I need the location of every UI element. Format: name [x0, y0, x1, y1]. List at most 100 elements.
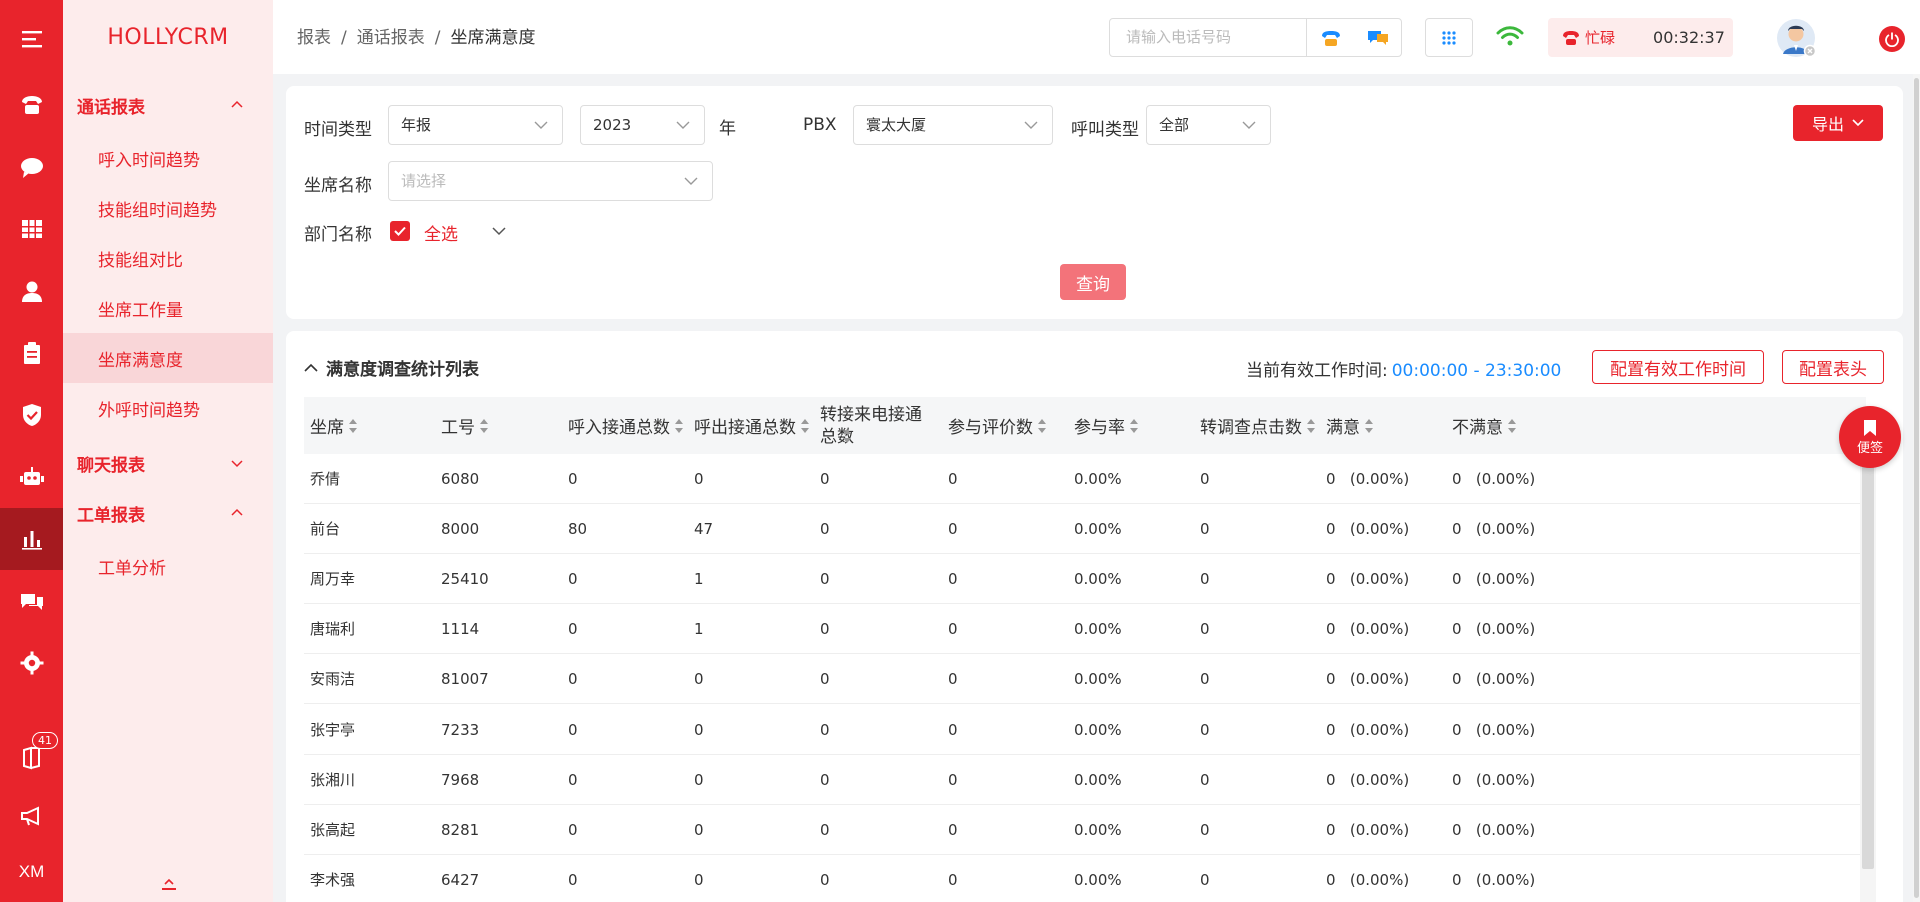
menu-group-chat-report[interactable]: 聊天报表 [63, 438, 273, 488]
config-worktime-button[interactable]: 配置有效工作时间 [1592, 350, 1764, 384]
user-avatar[interactable] [1776, 18, 1816, 58]
pbx-value: 寰太大厦 [866, 116, 927, 134]
sort-icon[interactable] [842, 428, 852, 444]
chat-icon[interactable] [0, 136, 63, 198]
table-cell-col-inbound-total: 0 [568, 770, 578, 789]
agent-name-select[interactable]: 请选择 [388, 161, 713, 201]
column-header-col-satisfied[interactable]: 满意 [1326, 397, 1374, 454]
agent-name-placeholder: 请选择 [401, 172, 447, 190]
menu-group-call-report[interactable]: 通话报表 [63, 80, 273, 130]
table-cell-col-survey-clicks: 0 [1200, 770, 1210, 789]
table-row[interactable]: 周万幸 25410 0 1 0 0 0.00% 0 0 (0.00%) 0 (0.00%) [304, 554, 1866, 605]
table-cell-col-inbound-total: 0 [568, 870, 578, 889]
config-header-button[interactable]: 配置表头 [1782, 350, 1884, 384]
column-header-col-transfer-total[interactable]: 转接来电接通总数 [820, 397, 932, 454]
menu-item-agent-workload[interactable]: 坐席工作量 [63, 283, 273, 333]
robot-icon[interactable] [0, 446, 63, 508]
agent-status-button[interactable]: 忙碌 00:32:37 [1548, 18, 1733, 57]
dialpad-button[interactable] [1425, 18, 1473, 57]
sort-icon[interactable] [1306, 418, 1316, 434]
pbx-select[interactable]: 寰太大厦 [853, 105, 1053, 145]
column-header-col-unsatisfied[interactable]: 不满意 [1452, 397, 1517, 454]
table-row[interactable]: 安雨洁 81007 0 0 0 0 0.00% 0 0 (0.00%) 0 (0.00%) [304, 654, 1866, 705]
filter-panel: 时间类型 年报 2023 年 PBX 寰太大厦 呼叫类型 全部 导出 坐席名称 … [286, 86, 1903, 319]
table-cell-col-agent: 前台 [310, 520, 341, 539]
menu-item-outbound-trend[interactable]: 外呼时间趋势 [63, 383, 273, 433]
table-row[interactable]: 乔倩 6080 0 0 0 0 0.00% 0 0 (0.00%) 0 (0.00%) [304, 454, 1866, 504]
sort-icon[interactable] [479, 418, 489, 434]
menu-group-ticket-report[interactable]: 工单报表 [63, 488, 273, 538]
time-type-select[interactable]: 年报 [388, 105, 563, 145]
table-cell-col-outbound-total: 0 [694, 770, 704, 789]
sort-icon[interactable] [348, 418, 358, 434]
table-cell-col-unsatisfied: 0 (0.00%) [1452, 570, 1536, 589]
dept-chevron-down-icon[interactable] [492, 226, 506, 236]
menu-item-inbound-trend[interactable]: 呼入时间趋势 [63, 133, 273, 183]
column-header-col-agent-id[interactable]: 工号 [441, 397, 489, 454]
sort-icon[interactable] [800, 418, 810, 434]
logout-power-button[interactable] [1879, 26, 1905, 52]
column-header-col-eval-rate[interactable]: 参与率 [1074, 397, 1139, 454]
export-button[interactable]: 导出 [1793, 105, 1883, 141]
collapse-menu-icon[interactable] [161, 878, 177, 892]
sort-icon[interactable] [1364, 418, 1374, 434]
menu-item-skillgroup-trend[interactable]: 技能组时间趋势 [63, 183, 273, 233]
table-cell-col-agent: 周万幸 [310, 570, 356, 589]
table-cell-col-outbound-total: 0 [694, 870, 704, 889]
hamburger-menu-icon[interactable] [0, 8, 63, 70]
sort-icon[interactable] [1507, 418, 1517, 434]
megaphone-icon[interactable] [0, 785, 63, 847]
page-scrollbar[interactable] [1913, 74, 1920, 902]
menu-item-ticket-analysis[interactable]: 工单分析 [63, 541, 273, 591]
sort-icon[interactable] [1129, 418, 1139, 434]
column-header-col-inbound-total[interactable]: 呼入接通总数 [568, 397, 684, 454]
notebook-icon[interactable]: 41 [0, 726, 63, 788]
table-cell-col-transfer-total: 0 [820, 820, 830, 839]
phone-number-input[interactable]: 请输入电话号码 [1110, 19, 1308, 56]
table-cell-col-survey-clicks: 0 [1200, 470, 1210, 488]
table-cell-col-eval-count: 0 [948, 470, 958, 488]
table-title[interactable]: 满意度调查统计列表 [304, 355, 479, 380]
sticky-note-button[interactable]: 便签 [1839, 406, 1901, 468]
select-all-checkbox[interactable] [390, 221, 410, 241]
table-cell-col-survey-clicks: 0 [1200, 670, 1210, 689]
report-chart-icon[interactable] [0, 508, 63, 570]
shield-icon[interactable] [0, 384, 63, 446]
page-scrollbar-thumb[interactable] [1914, 78, 1919, 898]
table-row[interactable]: 张高起 8281 0 0 0 0 0.00% 0 0 (0.00%) 0 (0.00%) [304, 805, 1866, 855]
table-cell-col-eval-count: 0 [948, 520, 958, 539]
column-header-col-survey-clicks[interactable]: 转调查点击数 [1200, 397, 1316, 454]
table-row[interactable]: 张湘川 7968 0 0 0 0 0.00% 0 0 (0.00%) 0 (0.00%) [304, 755, 1866, 805]
menu-item-agent-satisfaction[interactable]: 坐席满意度 [63, 333, 273, 383]
column-header-col-eval-count[interactable]: 参与评价数 [948, 397, 1047, 454]
satisfaction-table-panel: 满意度调查统计列表 当前有效工作时间: 00:00:00 - 23:30:00 配… [286, 331, 1903, 902]
sms-message-icon[interactable] [1354, 19, 1401, 56]
call-type-select[interactable]: 全部 [1146, 105, 1271, 145]
user-icon[interactable] [0, 260, 63, 322]
menu-item-skillgroup-compare[interactable]: 技能组对比 [63, 233, 273, 283]
breadcrumb-item[interactable]: 报表 [297, 28, 331, 48]
phone-icon[interactable] [0, 74, 63, 136]
table-cell-col-agent-id: 1114 [441, 620, 480, 639]
worktime-display: 当前有效工作时间: 00:00:00 - 23:30:00 [1246, 356, 1561, 381]
column-header-col-outbound-total[interactable]: 呼出接通总数 [694, 397, 810, 454]
table-row[interactable]: 前台 8000 80 47 0 0 0.00% 0 0 (0.00%) 0 (0.00%) [304, 504, 1866, 555]
select-all-label[interactable]: 全选 [424, 220, 458, 245]
table-row[interactable]: 唐瑞利 1114 0 1 0 0 0.00% 0 0 (0.00%) 0 (0.00%) [304, 604, 1866, 655]
table-scrollbar-thumb[interactable] [1862, 457, 1874, 869]
bookmark-icon [1864, 419, 1876, 436]
dial-phone-icon[interactable] [1307, 19, 1354, 56]
table-row[interactable]: 张宇亭 7233 0 0 0 0 0.00% 0 0 (0.00%) 0 (0.00%) [304, 705, 1866, 755]
messages-icon[interactable] [0, 570, 63, 632]
settings-gear-icon[interactable] [0, 632, 63, 694]
sort-icon[interactable] [674, 418, 684, 434]
xm-label[interactable]: XM [0, 841, 63, 902]
grid-table-icon[interactable] [0, 198, 63, 260]
breadcrumb-item[interactable]: 通话报表 [357, 28, 425, 48]
column-header-col-agent[interactable]: 坐席 [310, 397, 358, 454]
query-button[interactable]: 查询 [1060, 264, 1126, 300]
year-select[interactable]: 2023 [580, 105, 705, 145]
sort-icon[interactable] [1037, 418, 1047, 434]
clipboard-icon[interactable] [0, 322, 63, 384]
table-row[interactable]: 李术强 6427 0 0 0 0 0.00% 0 0 (0.00%) 0 (0.00%) [304, 855, 1866, 902]
